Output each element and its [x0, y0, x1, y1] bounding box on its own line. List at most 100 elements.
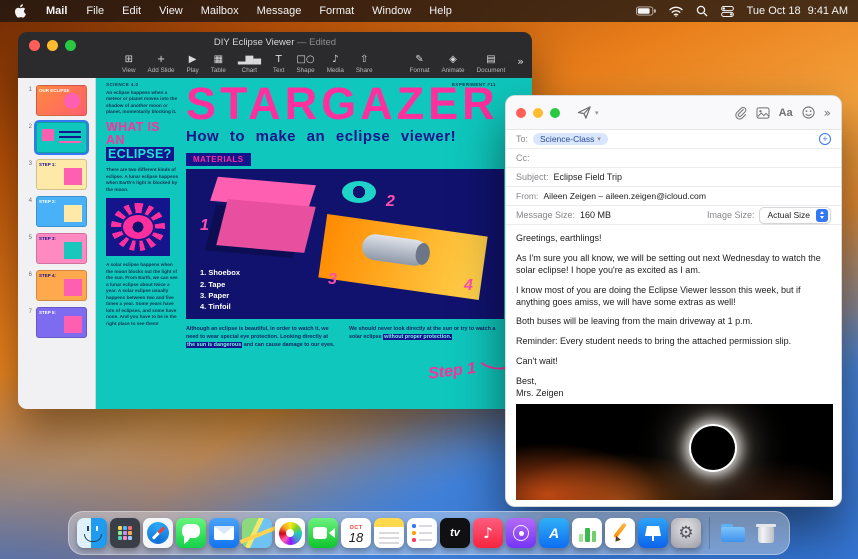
slide-thumb-6[interactable]: 6 STEP 4: [22, 270, 89, 301]
battery-icon[interactable] [635, 6, 656, 16]
format-button[interactable]: ✎ Format [410, 54, 430, 74]
menu-help[interactable]: Help [420, 5, 461, 17]
music-icon [473, 518, 503, 548]
menu-clock[interactable]: Tue Oct 18 9:41 AM [747, 5, 848, 17]
menu-time: 9:41 AM [807, 5, 848, 17]
add-recipient-button[interactable] [819, 133, 831, 145]
document-icon: ▤ [486, 54, 496, 65]
add-slide-button[interactable]: + Add Slide [148, 54, 175, 74]
menu-file[interactable]: File [77, 5, 113, 17]
body-paragraph: Can't wait! [516, 356, 558, 367]
tape-shape [342, 181, 376, 204]
dock-item-launchpad[interactable] [110, 518, 140, 548]
wifi-icon[interactable] [668, 6, 683, 17]
slide-thumb-5[interactable]: 5 STEP 3: [22, 233, 89, 264]
apple-menu-icon[interactable] [10, 4, 36, 18]
keynote-window: DIY Eclipse Viewer — Edited ⊞ View + Add S… [18, 32, 532, 409]
reminders-icon [407, 518, 437, 548]
dock-item-maps[interactable] [242, 518, 272, 548]
menu-bar: Mail File Edit View Mailbox Message Form… [0, 0, 858, 22]
to-field[interactable]: To: Science-Class ▾ [506, 130, 841, 149]
menu-window[interactable]: Window [363, 5, 420, 17]
dock-item-facetime[interactable] [308, 518, 338, 548]
slide-thumb-4[interactable]: 4 STEP 2: [22, 196, 89, 227]
dock-item-mail[interactable] [209, 518, 239, 548]
control-center-icon[interactable] [720, 5, 734, 17]
recipient-token[interactable]: Science-Class ▾ [533, 133, 608, 145]
menu-message[interactable]: Message [248, 5, 311, 17]
minimize-button[interactable] [533, 107, 543, 118]
table-button[interactable]: ▦ Table [211, 54, 226, 74]
photos-icon [275, 518, 305, 548]
menu-app-name[interactable]: Mail [36, 5, 77, 17]
pages-icon [605, 518, 635, 548]
message-body[interactable]: Greetings, earthlings! As I'm sure you a… [506, 225, 841, 500]
text-button[interactable]: T Text [273, 54, 285, 74]
subject-field[interactable]: Subject: Eclipse Field Trip [506, 168, 841, 187]
slide-thumb-1[interactable]: 1 OUR ECLIPSE [22, 85, 89, 116]
popup-caret-icon [816, 208, 828, 222]
share-button[interactable]: ⇧ Share [356, 54, 373, 74]
chevron-down-icon[interactable]: ▾ [595, 109, 599, 117]
menu-format[interactable]: Format [310, 5, 363, 17]
search-icon[interactable] [696, 5, 708, 17]
close-button[interactable] [516, 107, 526, 118]
dock-item-safari[interactable] [143, 518, 173, 548]
play-icon: ▶ [188, 54, 197, 65]
add-slide-icon: + [156, 54, 166, 65]
slide-thumb-7[interactable]: 7 STEP 5: [22, 307, 89, 338]
slide-canvas[interactable]: SCIENCE 4.0 EXPERIMENT #11 An eclipse ha… [96, 78, 532, 409]
body-paragraph: Reminder: Every student needs to bring t… [516, 336, 792, 347]
toolbar-overflow-icon[interactable]: » [824, 106, 831, 120]
dock-item-notes[interactable] [374, 518, 404, 548]
materials-label: MATERIALS [186, 153, 251, 167]
dock-item-finder[interactable] [77, 518, 107, 548]
dock-item-pages[interactable] [605, 518, 635, 548]
dock-item-downloads[interactable] [718, 518, 748, 548]
app-store-icon [539, 518, 569, 548]
dock-item-numbers[interactable] [572, 518, 602, 548]
slide-navigator: 1 OUR ECLIPSE 2 3 STEP 1: 4 STEP 2: 5 ST… [18, 78, 96, 409]
dock-item-tv[interactable] [440, 518, 470, 548]
menu-view[interactable]: View [150, 5, 192, 17]
slide-thumb-3[interactable]: 3 STEP 1: [22, 159, 89, 190]
dock-item-reminders[interactable] [407, 518, 437, 548]
dock-item-podcasts[interactable] [506, 518, 536, 548]
dock-item-calendar[interactable]: OCT 18 [341, 518, 371, 548]
toolbar-overflow-icon[interactable]: » [517, 55, 524, 74]
dock-item-trash[interactable] [751, 518, 781, 548]
materials-number-3: 3 [328, 271, 337, 289]
menu-edit[interactable]: Edit [113, 5, 150, 17]
image-size-popup[interactable]: Actual Size [759, 206, 831, 224]
dock-item-appstore[interactable] [539, 518, 569, 548]
dock-item-settings[interactable] [671, 518, 701, 548]
dock-item-keynote[interactable] [638, 518, 668, 548]
shoebox-body-shape [216, 199, 316, 254]
chart-button[interactable]: ▂▆▄ Chart [238, 54, 261, 74]
photo-icon[interactable] [756, 106, 770, 119]
format-text-icon[interactable]: Aa [779, 107, 793, 119]
play-button[interactable]: ▶ Play [187, 54, 199, 74]
dock-item-photos[interactable] [275, 518, 305, 548]
materials-list: 1. Shoebox 2. Tape 3. Paper 4. Tinfoil [200, 268, 241, 311]
shape-button[interactable]: □○ Shape [296, 54, 314, 74]
slide-subtitle: How to make an eclipse viewer! [186, 128, 457, 146]
notes-icon [374, 518, 404, 548]
from-field[interactable]: From: Aileen Zeigen – aileen.zeigen@iclo… [506, 187, 841, 206]
view-button[interactable]: ⊞ View [122, 54, 136, 74]
send-button[interactable]: ▾ [577, 105, 599, 120]
media-button[interactable]: ♪ Media [327, 54, 344, 74]
eclipse-photo-attachment[interactable] [516, 403, 833, 500]
animate-button[interactable]: ◈ Animate [441, 54, 464, 74]
menu-mailbox[interactable]: Mailbox [192, 5, 248, 17]
emoji-icon[interactable] [802, 106, 815, 119]
dock-item-music[interactable] [473, 518, 503, 548]
highlight-dangerous: the sun is dangerous [186, 341, 243, 348]
dock-item-messages[interactable] [176, 518, 206, 548]
document-button[interactable]: ▤ Document [477, 54, 506, 74]
cc-field[interactable]: Cc: [506, 149, 841, 168]
calendar-icon: OCT 18 [341, 518, 371, 548]
attach-icon[interactable] [734, 106, 747, 120]
zoom-button[interactable] [550, 107, 560, 118]
slide-thumb-2[interactable]: 2 [22, 122, 89, 153]
